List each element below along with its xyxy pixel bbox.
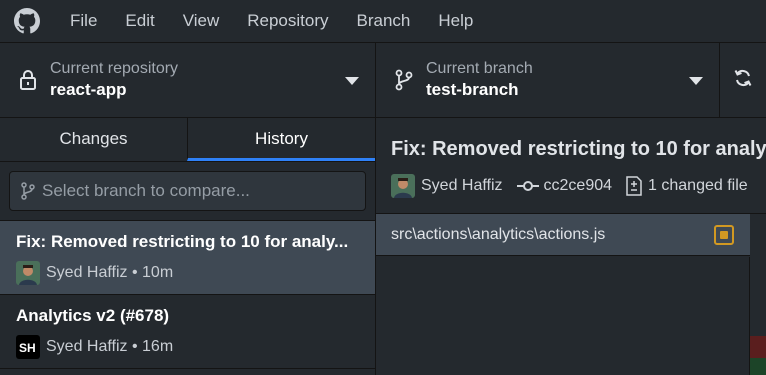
changed-file-item[interactable]: src\actions\analytics\actions.js (376, 214, 750, 256)
commit-meta: Syed Haffiz • 10m (16, 261, 359, 285)
current-repository-button[interactable]: Current repository react-app (0, 43, 376, 117)
file-list-empty-area (376, 257, 750, 375)
commit-author: Syed Haffiz (46, 264, 128, 281)
file-path: src\actions\analytics\actions.js (391, 225, 606, 243)
avatar (391, 174, 415, 198)
commit-list: Fix: Removed restricting to 10 for analy… (0, 220, 375, 369)
branch-name: test-branch (426, 80, 519, 99)
commit-title: Analytics v2 (#678) (16, 306, 170, 325)
commit-author-group: Syed Haffiz (391, 174, 503, 198)
menu-repository[interactable]: Repository (233, 0, 342, 42)
avatar (16, 261, 40, 285)
github-logo-icon (14, 8, 40, 34)
current-branch-button[interactable]: Current branch test-branch (376, 43, 720, 117)
commit-author: Syed Haffiz (46, 338, 128, 355)
tab-history[interactable]: History (187, 118, 375, 161)
commit-time: • 10m (131, 264, 174, 281)
sidebar: Changes History Select branch to compare… (0, 118, 376, 375)
changed-files-group: 1 changed file (626, 176, 748, 196)
git-commit-icon (516, 179, 539, 193)
fetch-origin-button[interactable] (720, 43, 766, 117)
branch-text: Current branch test-branch (426, 59, 533, 101)
title-bar: File Edit View Repository Branch Help (0, 0, 766, 42)
file-diff-icon (626, 176, 642, 196)
svg-text:SH: SH (19, 341, 36, 355)
sidebar-tabs: Changes History (0, 118, 375, 162)
caret-down-icon (689, 77, 703, 85)
commit-list-item[interactable]: Fix: Removed restricting to 10 for analy… (0, 221, 375, 295)
sync-icon (733, 68, 753, 93)
commit-sha-group[interactable]: cc2ce904 (516, 177, 613, 195)
commit-detail-author: Syed Haffiz (421, 177, 503, 194)
commit-list-item[interactable]: Analytics v2 (#678) SH Syed Haffiz • 16m (0, 295, 375, 369)
commit-title: Fix: Removed restricting to 10 for analy… (16, 232, 349, 251)
menu-branch[interactable]: Branch (343, 0, 425, 42)
lock-icon (16, 68, 40, 92)
commit-sha: cc2ce904 (543, 177, 613, 194)
diff-addition-marker (750, 358, 766, 375)
repository-label: Current repository (50, 60, 179, 77)
menu-edit[interactable]: Edit (111, 0, 168, 42)
branch-compare-placeholder: Select branch to compare... (42, 181, 250, 200)
git-branch-icon (18, 181, 38, 201)
diff-deletion-marker (750, 336, 766, 358)
menu-view[interactable]: View (169, 0, 234, 42)
branch-compare-input[interactable]: Select branch to compare... (9, 171, 366, 211)
commit-detail-meta: Syed Haffiz cc2ce904 1 changed file (391, 174, 766, 198)
menu-file[interactable]: File (56, 0, 111, 42)
commit-summary: Fix: Removed restricting to 10 for analy… (376, 118, 766, 214)
file-modified-icon (714, 225, 734, 245)
avatar: SH (16, 335, 40, 359)
repository-name: react-app (50, 80, 127, 99)
repository-text: Current repository react-app (50, 59, 178, 101)
changed-files-count: 1 changed file (648, 177, 748, 194)
commit-details: Fix: Removed restricting to 10 for analy… (376, 118, 766, 375)
caret-down-icon (345, 77, 359, 85)
git-branch-icon (392, 68, 416, 92)
commit-detail-title: Fix: Removed restricting to 10 for analy… (391, 138, 766, 160)
commit-time: • 16m (131, 338, 174, 355)
menu-help[interactable]: Help (424, 0, 487, 42)
toolbar: Current repository react-app Current bra… (0, 42, 766, 118)
tab-changes[interactable]: Changes (0, 118, 187, 161)
commit-meta: SH Syed Haffiz • 16m (16, 335, 359, 359)
branch-label: Current branch (426, 60, 533, 77)
